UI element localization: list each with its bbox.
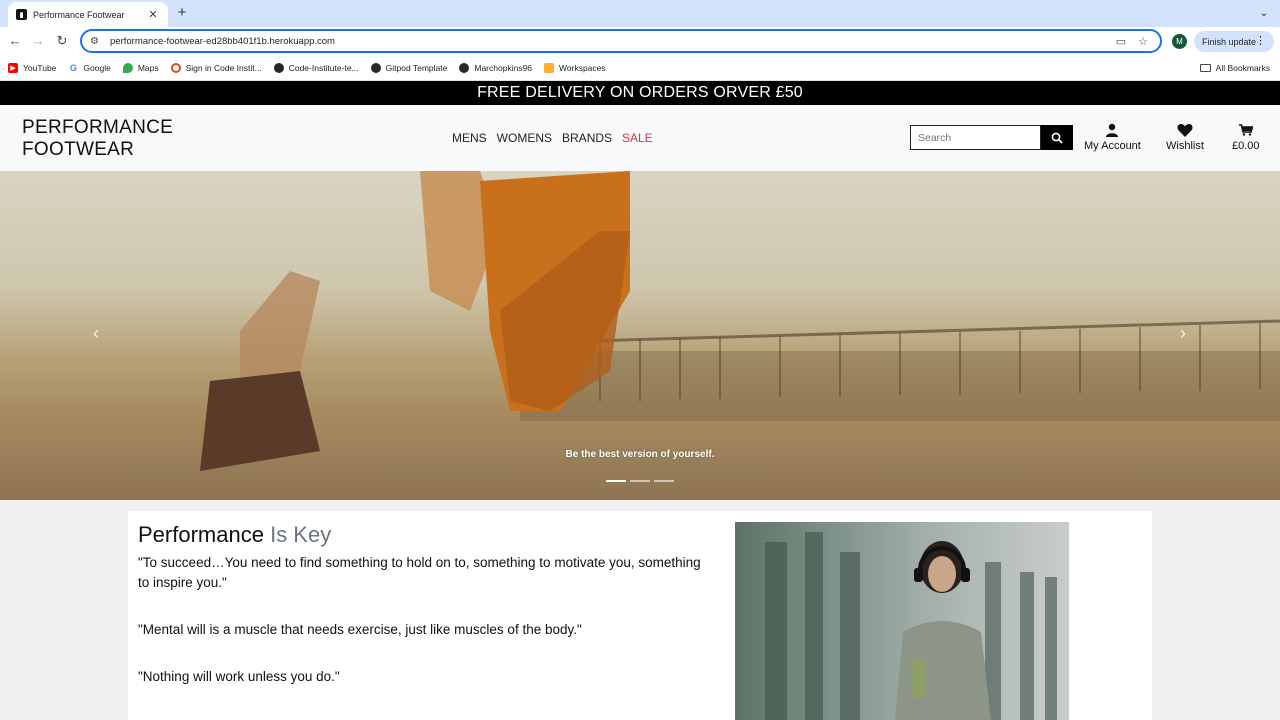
hero-caption: Be the best version of yourself. [565, 449, 715, 460]
bookmark-label: Google [83, 63, 111, 73]
tab-search-chevron-icon[interactable]: ⌄ [1256, 5, 1272, 21]
tab-title: Performance Footwear [33, 9, 125, 20]
all-bookmarks-label: All Bookmarks [1215, 63, 1270, 73]
bookmark-label: Sign in Code Instit... [185, 63, 262, 73]
back-arrow-icon[interactable]: ← [5, 33, 25, 48]
reload-icon[interactable]: ↻ [52, 33, 72, 49]
search-input[interactable] [910, 125, 1041, 150]
carousel-indicators [606, 480, 678, 482]
github-icon [459, 63, 470, 73]
bookmark-item[interactable]: G Google [68, 63, 111, 73]
bookmark-item[interactable]: ▶ YouTube [8, 63, 56, 73]
bookmark-label: Code-Institute-te... [288, 63, 359, 73]
card-icon[interactable]: ▭ [1116, 35, 1126, 48]
quote-text: "Nothing will work unless you do." [138, 669, 340, 684]
youtube-icon: ▶ [8, 63, 18, 73]
search-icon [1051, 132, 1063, 144]
bookmark-item[interactable]: Sign in Code Instit... [170, 63, 262, 73]
nav-mens[interactable]: MENS [452, 131, 487, 145]
browser-toolbar: ← → ↻ ⚙ performance-footwear-ed28bb401f1… [0, 27, 1280, 56]
finish-update-label: Finish update [1202, 36, 1257, 47]
site-logo[interactable]: PERFORMANCE FOOTWEAR [22, 117, 173, 161]
site-header: PERFORMANCE FOOTWEAR MENS WOMENS BRANDS … [0, 105, 1280, 171]
maps-icon [122, 63, 133, 73]
profile-avatar[interactable]: M [1172, 34, 1187, 49]
site-favicon-icon: ▮ [16, 9, 27, 20]
quote-text: "To succeed…You need to find something t… [138, 555, 701, 590]
bookmark-item[interactable]: Marchopkins96 [459, 63, 532, 73]
bookmark-item[interactable]: Workspaces [544, 63, 606, 73]
wishlist-label: Wishlist [1166, 140, 1204, 152]
search-button[interactable] [1041, 125, 1073, 150]
wishlist-link[interactable]: Wishlist [1166, 122, 1204, 152]
hero-carousel: ‹ › Be the best version of yourself. [0, 171, 1280, 500]
heading-main: Performance [138, 522, 264, 547]
carousel-prev-icon[interactable]: ‹ [86, 323, 106, 344]
basket-total: £0.00 [1232, 140, 1260, 152]
bookmark-label: YouTube [23, 63, 57, 73]
bookmark-item[interactable]: Code-Institute-te... [273, 63, 359, 73]
bookmark-item[interactable]: Gitpod Template [370, 63, 448, 73]
user-icon [1106, 123, 1119, 137]
carousel-indicator[interactable] [654, 480, 674, 482]
bookmark-star-icon[interactable]: ☆ [1138, 35, 1148, 48]
all-bookmarks-button[interactable]: All Bookmarks [1199, 63, 1270, 73]
carousel-indicator[interactable] [606, 480, 626, 482]
github-icon [370, 63, 381, 73]
athlete-photo-graphic [765, 532, 1057, 720]
nav-brands[interactable]: BRANDS [562, 131, 612, 145]
address-bar[interactable]: ⚙ performance-footwear-ed28bb401f1b.hero… [80, 29, 1162, 53]
nav-womens[interactable]: WOMENS [497, 131, 552, 145]
browser-tab[interactable]: ▮ Performance Footwear ✕ [8, 2, 168, 27]
new-tab-icon[interactable]: + [174, 4, 190, 21]
carousel-indicator[interactable] [630, 480, 650, 482]
code-institute-icon [170, 63, 181, 73]
forward-arrow-icon[interactable]: → [28, 33, 48, 48]
gitpod-icon [544, 63, 555, 73]
github-icon [273, 63, 284, 73]
intro-section: Performance Is Key "To succeed…You need … [128, 511, 1152, 720]
nav-sale[interactable]: SALE [622, 131, 653, 145]
quote-text: "Mental will is a muscle that needs exer… [138, 622, 582, 637]
cart-icon [1238, 124, 1253, 136]
bookmark-label: Gitpod Template [385, 63, 448, 73]
heart-icon [1177, 124, 1193, 137]
more-menu-icon: ⋮ [1255, 35, 1266, 47]
folder-icon [1199, 64, 1211, 72]
my-account-label: My Account [1084, 140, 1141, 152]
browser-tab-strip: ▮ Performance Footwear ✕ + ⌄ [0, 0, 1280, 27]
logo-line-2: FOOTWEAR [22, 139, 135, 160]
main-nav: MENS WOMENS BRANDS SALE [452, 131, 663, 145]
promo-banner: FREE DELIVERY ON ORDERS ORVER £50 [0, 81, 1280, 105]
section-heading: Performance Is Key [138, 522, 331, 548]
close-tab-icon[interactable]: ✕ [146, 8, 160, 21]
search-form [910, 125, 1073, 150]
bookmark-label: Maps [137, 63, 159, 73]
url-text[interactable]: performance-footwear-ed28bb401f1b.heroku… [110, 36, 1116, 47]
bookmark-label: Workspaces [559, 63, 606, 73]
carousel-next-icon[interactable]: › [1173, 323, 1193, 344]
bookmarks-bar: ▶ YouTube G Google Maps Sign in Code Ins… [0, 56, 1280, 81]
bookmark-item[interactable]: Maps [122, 63, 159, 73]
google-icon: G [68, 63, 79, 73]
my-account-link[interactable]: My Account [1084, 122, 1141, 152]
site-info-icon[interactable]: ⚙ [90, 36, 104, 47]
finish-update-button[interactable]: Finish update ⋮ [1194, 31, 1274, 52]
logo-line-1: PERFORMANCE [22, 117, 174, 138]
athlete-photo [735, 522, 1069, 720]
heading-accent: Is Key [270, 522, 332, 547]
bookmark-label: Marchopkins96 [474, 63, 533, 73]
basket-link[interactable]: £0.00 [1232, 122, 1260, 152]
